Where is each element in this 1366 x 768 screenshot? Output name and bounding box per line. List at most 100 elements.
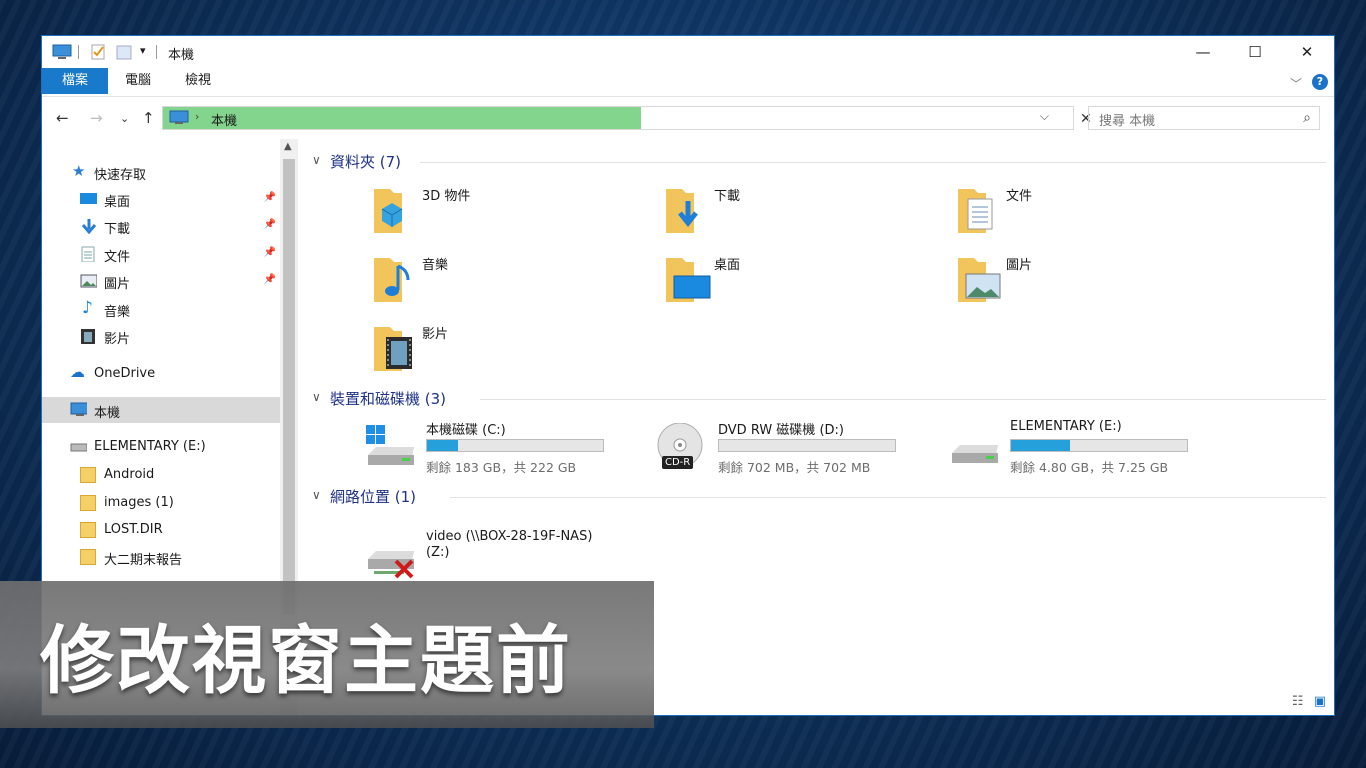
- nav-quick-access[interactable]: ★ 快速存取: [42, 159, 280, 185]
- computer-icon: [52, 44, 72, 59]
- nav-item-desktop[interactable]: 桌面 📌: [42, 186, 280, 212]
- tab-file[interactable]: 檔案: [42, 68, 108, 94]
- title-bar: ▾ 本機 — ☐ ✕: [42, 36, 1334, 68]
- pictures-folder-icon: [958, 258, 1001, 302]
- divider: [420, 162, 1326, 163]
- nav-onedrive[interactable]: ☁ OneDrive: [42, 361, 280, 387]
- folder-icon: [80, 495, 96, 511]
- nav-folder-android[interactable]: Android: [42, 462, 280, 488]
- folder-label: 3D 物件: [422, 189, 471, 204]
- folder-item[interactable]: 圖片: [954, 252, 1244, 312]
- divider: [480, 399, 1326, 400]
- nav-label: 桌面: [104, 195, 131, 210]
- expand-ribbon-icon[interactable]: ﹀: [1290, 75, 1302, 92]
- pin-icon[interactable]: 📌: [264, 274, 276, 285]
- properties-icon[interactable]: [90, 43, 106, 61]
- help-icon[interactable]: ?: [1312, 74, 1328, 90]
- folder-label: 音樂: [422, 258, 449, 273]
- network-drive-letter: (Z:): [426, 545, 450, 560]
- search-input[interactable]: 搜尋 本機 ⌕: [1088, 106, 1320, 130]
- nav-label: ELEMENTARY (E:): [94, 439, 206, 454]
- download-icon: [81, 219, 97, 234]
- minimize-button[interactable]: —: [1180, 36, 1226, 68]
- drive-usage-fill: [427, 440, 458, 451]
- nav-folder-images[interactable]: images (1): [42, 490, 280, 516]
- breadcrumb-arrow-icon[interactable]: ›: [195, 110, 199, 123]
- pin-icon[interactable]: 📌: [264, 247, 276, 258]
- drive-usage-fill: [1011, 440, 1071, 451]
- divider: [450, 497, 1326, 498]
- scroll-up-icon[interactable]: ▲: [284, 141, 292, 152]
- address-path[interactable]: 本機: [211, 110, 237, 129]
- group-folders[interactable]: ∨ 資料夾 (7): [312, 151, 1326, 175]
- network-drive-item[interactable]: video (\\BOX-28-19F-NAS) (Z:): [364, 527, 654, 587]
- back-icon[interactable]: ←: [56, 109, 69, 127]
- nav-item-videos[interactable]: 影片: [42, 323, 280, 349]
- nav-label: images (1): [104, 495, 174, 510]
- nav-folder-lostdir[interactable]: LOST.DIR: [42, 517, 280, 543]
- nav-label: LOST.DIR: [104, 522, 163, 537]
- folder-item[interactable]: 下載: [662, 183, 952, 243]
- tab-computer[interactable]: 電腦: [114, 68, 162, 94]
- new-folder-icon[interactable]: [116, 43, 132, 61]
- minimize-icon: —: [1195, 43, 1211, 61]
- folder-label: 文件: [1006, 189, 1033, 204]
- drive-item-c[interactable]: 本機磁碟 (C:) 剩餘 183 GB，共 222 GB: [364, 419, 654, 479]
- forward-icon[interactable]: →: [90, 109, 103, 127]
- group-devices[interactable]: ∨ 裝置和磁碟機 (3): [312, 388, 1326, 412]
- chevron-down-icon[interactable]: ∨: [312, 390, 321, 404]
- nav-folder-report[interactable]: 大二期末報告: [42, 544, 280, 570]
- folder-label: 圖片: [1006, 258, 1033, 273]
- nav-label: Android: [104, 467, 155, 482]
- address-bar[interactable]: › 本機 ⌵: [162, 106, 1074, 130]
- nav-label: OneDrive: [94, 366, 156, 381]
- pin-icon[interactable]: 📌: [264, 192, 276, 203]
- drive-label: 本機磁碟 (C:): [426, 423, 506, 438]
- up-icon[interactable]: ↑: [142, 109, 155, 127]
- nav-item-music[interactable]: ♪ 音樂: [42, 296, 280, 322]
- folder-label: 桌面: [714, 258, 741, 273]
- details-view-icon[interactable]: ☷: [1292, 694, 1304, 709]
- nav-item-pictures[interactable]: 圖片 📌: [42, 268, 280, 294]
- close-button[interactable]: ✕: [1284, 36, 1330, 68]
- windows-drive-icon: [366, 425, 414, 465]
- drive-usage-bar: [1010, 439, 1188, 452]
- chevron-down-icon[interactable]: ∨: [312, 153, 321, 167]
- folder-item[interactable]: 文件: [954, 183, 1244, 243]
- large-icons-view-icon[interactable]: ▣: [1314, 694, 1326, 709]
- disconnected-network-drive-icon: [368, 551, 414, 579]
- nav-this-pc[interactable]: 本機: [42, 397, 280, 423]
- drive-item-e[interactable]: ELEMENTARY (E:) 剩餘 4.80 GB，共 7.25 GB: [948, 419, 1238, 479]
- folder-icon: [80, 549, 96, 565]
- tab-view[interactable]: 檢視: [174, 68, 222, 94]
- folder-item[interactable]: 3D 物件: [370, 183, 660, 243]
- address-history-icon[interactable]: ⌵: [1040, 109, 1049, 124]
- document-icon: [81, 246, 95, 262]
- drive-free-space: 剩餘 4.80 GB，共 7.25 GB: [1010, 460, 1169, 475]
- music-folder-icon: [374, 258, 410, 302]
- folder-icon: [80, 467, 96, 483]
- group-network[interactable]: ∨ 網路位置 (1): [312, 486, 1326, 510]
- group-title: 資料夾 (7): [330, 153, 402, 171]
- picture-icon: [80, 274, 97, 288]
- folder-item[interactable]: 音樂: [370, 252, 660, 312]
- nav-item-downloads[interactable]: 下載 📌: [42, 213, 280, 239]
- nav-item-documents[interactable]: 文件 📌: [42, 241, 280, 267]
- nav-drive-e[interactable]: ELEMENTARY (E:): [42, 434, 280, 460]
- usb-drive-icon: [70, 443, 87, 452]
- computer-icon: [169, 110, 189, 124]
- maximize-button[interactable]: ☐: [1232, 36, 1278, 68]
- drive-item-d[interactable]: CD-R DVD RW 磁碟機 (D:) 剩餘 702 MB，共 702 MB: [656, 419, 946, 479]
- 3d-objects-icon: [374, 189, 403, 233]
- customize-toolbar-icon[interactable]: ▾: [140, 44, 146, 62]
- desktop-icon: [80, 193, 97, 204]
- recent-locations-icon[interactable]: ⌄: [120, 112, 129, 125]
- folder-item[interactable]: 桌面: [662, 252, 952, 312]
- scrollbar-thumb[interactable]: [283, 159, 295, 614]
- pin-icon[interactable]: 📌: [264, 219, 276, 230]
- chevron-down-icon[interactable]: ∨: [312, 488, 321, 502]
- drive-free-space: 剩餘 702 MB，共 702 MB: [718, 460, 871, 475]
- usb-drive-icon: [952, 445, 998, 463]
- folder-label: 影片: [422, 327, 449, 342]
- folder-item[interactable]: 影片: [370, 321, 660, 381]
